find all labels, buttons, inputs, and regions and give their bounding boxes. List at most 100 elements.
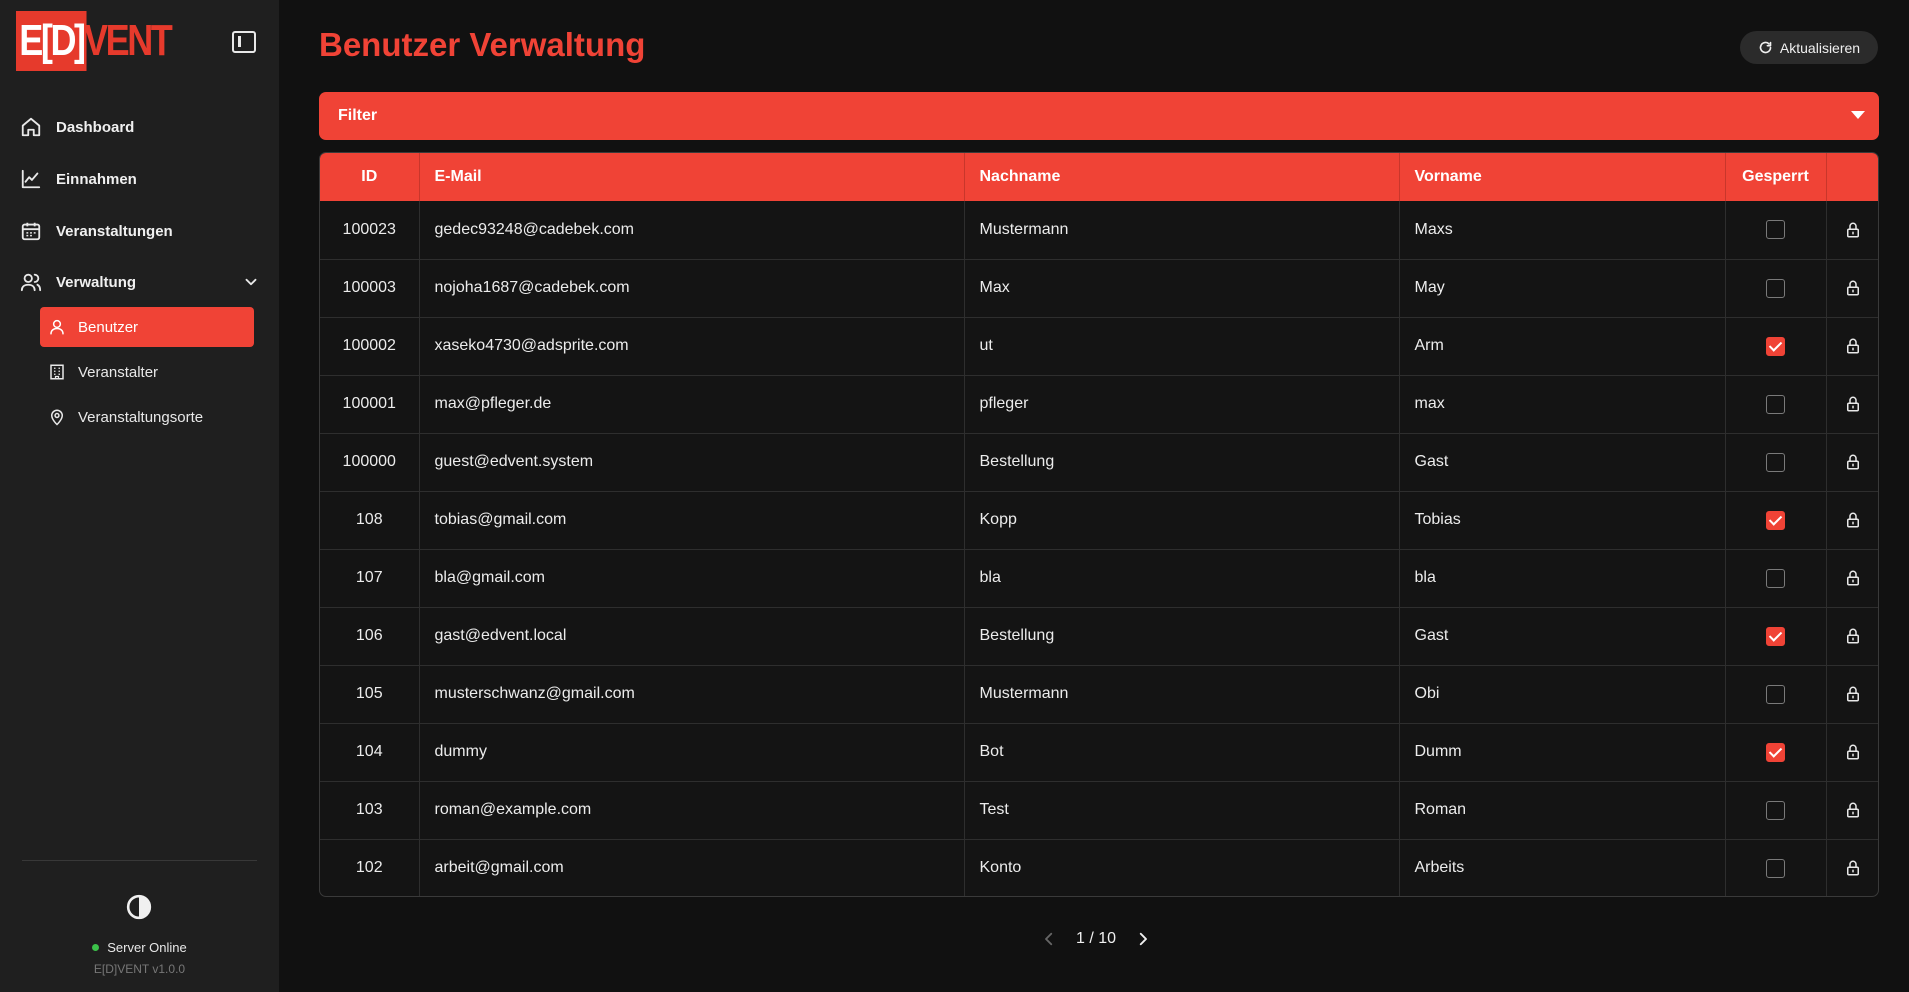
table-row[interactable]: 100000 guest@edvent.system Bestellung Gast: [320, 433, 1878, 491]
cell-gesperrt: [1725, 723, 1827, 781]
gesperrt-checkbox[interactable]: [1766, 684, 1785, 704]
cell-id: 100001: [320, 375, 420, 433]
cell-lock-action[interactable]: [1826, 607, 1878, 665]
theme-toggle-icon[interactable]: [126, 894, 152, 920]
cell-nachname: Bestellung: [964, 433, 1400, 491]
cell-lock-action[interactable]: [1826, 549, 1878, 607]
cell-lock-action[interactable]: [1826, 317, 1878, 375]
cell-email: xaseko4730@adsprite.com: [419, 317, 965, 375]
table-row[interactable]: 100003 nojoha1687@cadebek.com Max May: [320, 259, 1878, 317]
chart-line-icon: [21, 169, 41, 189]
table-row[interactable]: 103 roman@example.com Test Roman: [320, 781, 1878, 839]
lock-icon: [1847, 802, 1860, 818]
cell-vorname: Gast: [1399, 433, 1726, 491]
server-status-label: Server Online: [107, 940, 187, 955]
cell-nachname: pfleger: [964, 375, 1400, 433]
cell-email: gedec93248@cadebek.com: [419, 201, 965, 259]
chevron-down-icon[interactable]: [242, 273, 260, 291]
cell-gesperrt: [1725, 433, 1827, 491]
sidebar-item-verwaltung[interactable]: Verwaltung: [20, 264, 260, 300]
cell-vorname: max: [1399, 375, 1726, 433]
sidebar-item-benutzer[interactable]: Benutzer: [40, 307, 254, 347]
refresh-button[interactable]: Aktualisieren: [1740, 31, 1878, 64]
gesperrt-checkbox[interactable]: [1766, 278, 1785, 298]
cell-lock-action[interactable]: [1826, 665, 1878, 723]
gesperrt-checkbox[interactable]: [1766, 336, 1785, 356]
cell-lock-action[interactable]: [1826, 723, 1878, 781]
sidebar-toggle-icon[interactable]: [232, 31, 256, 53]
lock-icon: [1847, 686, 1860, 702]
sidebar-item-einnahmen[interactable]: Einnahmen: [20, 161, 260, 197]
sidebar-subitem-label: Veranstaltungsorte: [78, 408, 204, 426]
column-header-id[interactable]: ID: [320, 153, 420, 201]
table-row[interactable]: 105 musterschwanz@gmail.com Mustermann Obi: [320, 665, 1878, 723]
sidebar-item-dashboard[interactable]: Dashboard: [20, 109, 260, 145]
cell-gesperrt: [1725, 549, 1827, 607]
status-dot-icon: [92, 944, 100, 952]
lock-icon: [1847, 396, 1860, 412]
lock-icon: [1847, 860, 1860, 876]
page-title: Benutzer Verwaltung: [319, 26, 646, 63]
sidebar-divider: [22, 860, 257, 861]
cell-gesperrt: [1725, 607, 1827, 665]
table-row[interactable]: 104 dummy Bot Dumm: [320, 723, 1878, 781]
filter-accordion[interactable]: Filter: [319, 92, 1879, 140]
cell-vorname: Gast: [1399, 607, 1726, 665]
cell-email: bla@gmail.com: [419, 549, 965, 607]
cell-email: arbeit@gmail.com: [419, 839, 965, 896]
cell-lock-action[interactable]: [1826, 491, 1878, 549]
table-row[interactable]: 100002 xaseko4730@adsprite.com ut Arm: [320, 317, 1878, 375]
cell-email: gast@edvent.local: [419, 607, 965, 665]
table-header-row: ID E-Mail Nachname Vorname Gesperrt: [320, 153, 1878, 201]
sidebar-item-label: Veranstaltungen: [56, 222, 173, 240]
gesperrt-checkbox[interactable]: [1766, 858, 1785, 878]
column-header-email[interactable]: E-Mail: [419, 153, 965, 201]
cell-vorname: Tobias: [1399, 491, 1726, 549]
cell-lock-action[interactable]: [1826, 259, 1878, 317]
users-icon: [20, 273, 42, 292]
table-row[interactable]: 107 bla@gmail.com bla bla: [320, 549, 1878, 607]
cell-gesperrt: [1725, 665, 1827, 723]
cell-lock-action[interactable]: [1826, 433, 1878, 491]
column-header-gesperrt[interactable]: Gesperrt: [1725, 153, 1827, 201]
table-row[interactable]: 100001 max@pfleger.de pfleger max: [320, 375, 1878, 433]
table-row[interactable]: 106 gast@edvent.local Bestellung Gast: [320, 607, 1878, 665]
column-header-vorname[interactable]: Vorname: [1399, 153, 1726, 201]
cell-vorname: Arbeits: [1399, 839, 1726, 896]
table-row[interactable]: 108 tobias@gmail.com Kopp Tobias: [320, 491, 1878, 549]
sidebar-item-veranstaltungsorte[interactable]: Veranstaltungsorte: [40, 397, 254, 437]
sidebar-item-veranstalter[interactable]: Veranstalter: [40, 352, 254, 392]
table-row[interactable]: 100023 gedec93248@cadebek.com Mustermann Ma…: [320, 201, 1878, 259]
sidebar-subitem-label: Veranstalter: [78, 363, 159, 381]
cell-lock-action[interactable]: [1826, 375, 1878, 433]
cell-vorname: bla: [1399, 549, 1726, 607]
column-header-actions: [1826, 153, 1878, 201]
column-header-nachname[interactable]: Nachname: [964, 153, 1400, 201]
gesperrt-checkbox[interactable]: [1766, 394, 1785, 414]
cell-vorname: Maxs: [1399, 201, 1726, 259]
cell-nachname: Mustermann: [964, 665, 1400, 723]
cell-lock-action[interactable]: [1826, 781, 1878, 839]
chevron-right-icon[interactable]: [1134, 930, 1152, 948]
cell-id: 106: [320, 607, 420, 665]
calendar-icon: [21, 222, 41, 241]
cell-lock-action[interactable]: [1826, 839, 1878, 896]
gesperrt-checkbox[interactable]: [1766, 742, 1785, 762]
cell-vorname: Arm: [1399, 317, 1726, 375]
chevron-left-icon[interactable]: [1040, 930, 1058, 948]
gesperrt-checkbox[interactable]: [1766, 510, 1785, 530]
gesperrt-checkbox[interactable]: [1766, 626, 1785, 646]
lock-icon: [1847, 744, 1860, 760]
app-logo[interactable]: E[D] VENT: [16, 11, 173, 71]
gesperrt-checkbox[interactable]: [1766, 800, 1785, 820]
cell-nachname: Test: [964, 781, 1400, 839]
app-version: E[D]VENT v1.0.0: [93, 962, 186, 976]
gesperrt-checkbox[interactable]: [1766, 568, 1785, 588]
sidebar-item-veranstaltungen[interactable]: Veranstaltungen: [20, 213, 260, 249]
table-row[interactable]: 102 arbeit@gmail.com Konto Arbeits: [320, 839, 1878, 896]
gesperrt-checkbox[interactable]: [1766, 452, 1785, 472]
cell-lock-action[interactable]: [1826, 201, 1878, 259]
home-icon: [21, 117, 41, 137]
gesperrt-checkbox[interactable]: [1766, 220, 1785, 240]
cell-email: dummy: [419, 723, 965, 781]
